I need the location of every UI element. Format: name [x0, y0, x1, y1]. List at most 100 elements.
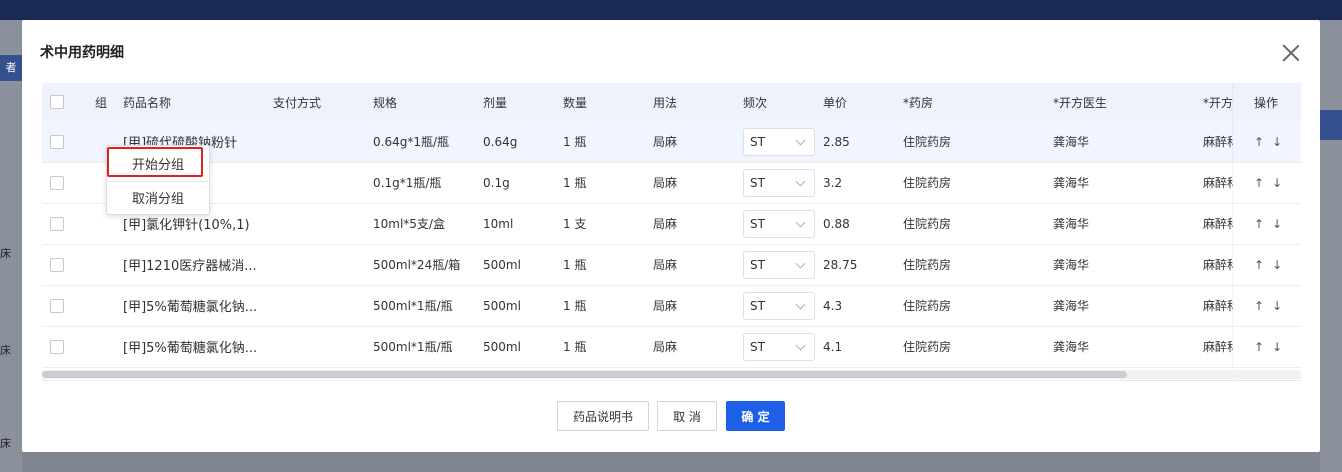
move-down-icon[interactable]: ↓	[1272, 176, 1282, 190]
group-context-menu: 开始分组 取消分组	[106, 145, 210, 215]
frequency-value: ST	[750, 216, 765, 231]
cell-qty: 1 支	[563, 217, 587, 231]
move-up-icon[interactable]: ↑	[1254, 135, 1264, 149]
frequency-value: ST	[750, 134, 765, 149]
left-fragment: 床	[0, 344, 11, 357]
cell-usage: 局麻	[653, 258, 678, 272]
frequency-select[interactable]: ST	[743, 291, 815, 320]
cell-price: 3.2	[823, 175, 843, 190]
frequency-value: ST	[750, 257, 765, 272]
instructions-button[interactable]: 药品说明书	[557, 401, 649, 431]
move-up-icon[interactable]: ↑	[1254, 176, 1264, 190]
chevron-down-icon	[795, 135, 806, 145]
medication-dialog: 术中用药明细 组 药品名称 支付方式 规格 剂量 数量 用法 频次 单价 *药房…	[22, 20, 1320, 452]
header-usage: 用法	[653, 95, 678, 110]
cell-dept: 麻醉科	[1203, 217, 1233, 231]
cell-pay	[273, 244, 363, 285]
row-checkbox[interactable]	[50, 339, 64, 354]
move-up-icon[interactable]: ↑	[1254, 217, 1264, 231]
cell-name: [甲]1210医疗器械消...	[123, 259, 257, 274]
cell-doctor: 龚海华	[1053, 258, 1090, 272]
confirm-button[interactable]: 确 定	[726, 401, 785, 431]
cell-pharmacy: 住院药房	[903, 299, 952, 313]
move-up-icon[interactable]: ↑	[1254, 258, 1264, 272]
cell-pharmacy: 住院药房	[903, 340, 952, 354]
menu-divider	[107, 181, 209, 182]
header-price: 单价	[823, 95, 848, 110]
cell-doctor: 龚海华	[1053, 135, 1090, 149]
frequency-select[interactable]: ST	[743, 332, 815, 361]
frequency-select[interactable]: ST	[743, 168, 815, 197]
row-checkbox[interactable]	[50, 257, 64, 272]
left-tab[interactable]: 者	[0, 55, 22, 81]
cell-dose: 500ml	[483, 298, 521, 313]
close-icon[interactable]	[1282, 44, 1300, 62]
cell-qty: 1 瓶	[563, 299, 587, 313]
header-doctor: *开方医生	[1053, 95, 1108, 110]
frequency-select[interactable]: ST	[743, 250, 815, 279]
header-dose: 剂量	[483, 95, 508, 110]
row-checkbox[interactable]	[50, 216, 64, 231]
cell-dept: 麻醉科	[1203, 135, 1233, 149]
cancel-button[interactable]: 取 消	[657, 401, 717, 431]
move-up-icon[interactable]: ↑	[1254, 299, 1264, 313]
cell-pay	[273, 203, 363, 244]
move-down-icon[interactable]: ↓	[1272, 258, 1282, 272]
row-checkbox[interactable]	[50, 175, 64, 190]
select-all-checkbox[interactable]	[50, 95, 64, 109]
cell-name: [甲]5%葡萄糖氯化钠...	[123, 300, 258, 315]
cell-usage: 局麻	[653, 135, 678, 149]
cell-dose: 500ml	[483, 257, 521, 272]
row-checkbox[interactable]	[50, 134, 64, 149]
cell-qty: 1 瓶	[563, 258, 587, 272]
app-right-strip	[1320, 20, 1342, 472]
move-down-icon[interactable]: ↓	[1272, 217, 1282, 231]
header-pharmacy: *药房	[903, 95, 934, 110]
cell-doctor: 龚海华	[1053, 299, 1090, 313]
cell-usage: 局麻	[653, 299, 678, 313]
header-dept: *开方	[1203, 95, 1233, 110]
chevron-down-icon	[795, 176, 806, 186]
cell-pay	[273, 285, 363, 326]
horizontal-scrollbar[interactable]	[42, 370, 1301, 379]
header-name: 药品名称	[123, 95, 172, 110]
frequency-select[interactable]: ST	[743, 209, 815, 238]
table-row[interactable]: 针0.1g*1瓶/瓶0.1g1 瓶局麻3.2住院药房龚海华麻醉科ST↑↓	[42, 162, 1301, 204]
right-tab[interactable]	[1320, 110, 1342, 140]
start-group-menu-item[interactable]: 开始分组	[107, 149, 209, 177]
frequency-value: ST	[750, 339, 765, 354]
cell-qty: 1 瓶	[563, 135, 587, 149]
move-down-icon[interactable]: ↓	[1272, 135, 1282, 149]
left-fragment: 床	[0, 437, 11, 450]
chevron-down-icon	[795, 340, 806, 350]
header-freq: 频次	[743, 95, 768, 110]
header-spec: 规格	[373, 95, 398, 110]
cell-price: 28.75	[823, 257, 858, 272]
move-down-icon[interactable]: ↓	[1272, 299, 1282, 313]
frequency-value: ST	[750, 175, 765, 190]
header-pay: 支付方式	[273, 95, 322, 110]
row-checkbox[interactable]	[50, 298, 64, 313]
cell-pay	[273, 162, 363, 203]
cell-doctor: 龚海华	[1053, 217, 1090, 231]
header-qty: 数量	[563, 95, 588, 110]
scrollbar-thumb[interactable]	[42, 371, 1127, 378]
cancel-group-menu-item[interactable]: 取消分组	[107, 183, 209, 211]
left-fragment: 床	[0, 247, 11, 260]
frequency-select[interactable]: ST	[743, 127, 815, 156]
move-up-icon[interactable]: ↑	[1254, 340, 1264, 354]
cell-usage: 局麻	[653, 340, 678, 354]
header-ops: 操作	[1254, 95, 1279, 110]
cell-spec: 0.1g*1瓶/瓶	[373, 176, 442, 190]
table-row[interactable]: [甲]硫代硫酸钠粉针 0.64g*1瓶/瓶 0.64g 1 瓶局麻 2.85 住院药房 龚海…	[42, 121, 1301, 163]
cell-dose: 0.1g	[483, 175, 510, 190]
app-top-bar	[0, 0, 1342, 20]
table-row[interactable]: [甲]1210医疗器械消... 500ml*24瓶/箱 500ml 1 瓶 局麻 28.7…	[42, 244, 1301, 286]
table-row[interactable]: [甲]5%葡萄糖氯化钠... 500ml*1瓶/瓶 500ml 1 瓶 局麻 4.1 住院药…	[42, 326, 1301, 368]
cell-dept: 麻醉科	[1203, 176, 1233, 190]
move-down-icon[interactable]: ↓	[1272, 340, 1282, 354]
dialog-title: 术中用药明细	[40, 45, 124, 61]
table-row[interactable]: [甲]5%葡萄糖氯化钠... 500ml*1瓶/瓶 500ml 1 瓶 局麻 4.3 住院药…	[42, 285, 1301, 327]
table-row[interactable]: [甲]氯化钾针(10%,1) 10ml*5支/盒 10ml 1 支局麻 0.88 住院药房…	[42, 203, 1301, 245]
cell-doctor: 龚海华	[1053, 176, 1090, 190]
